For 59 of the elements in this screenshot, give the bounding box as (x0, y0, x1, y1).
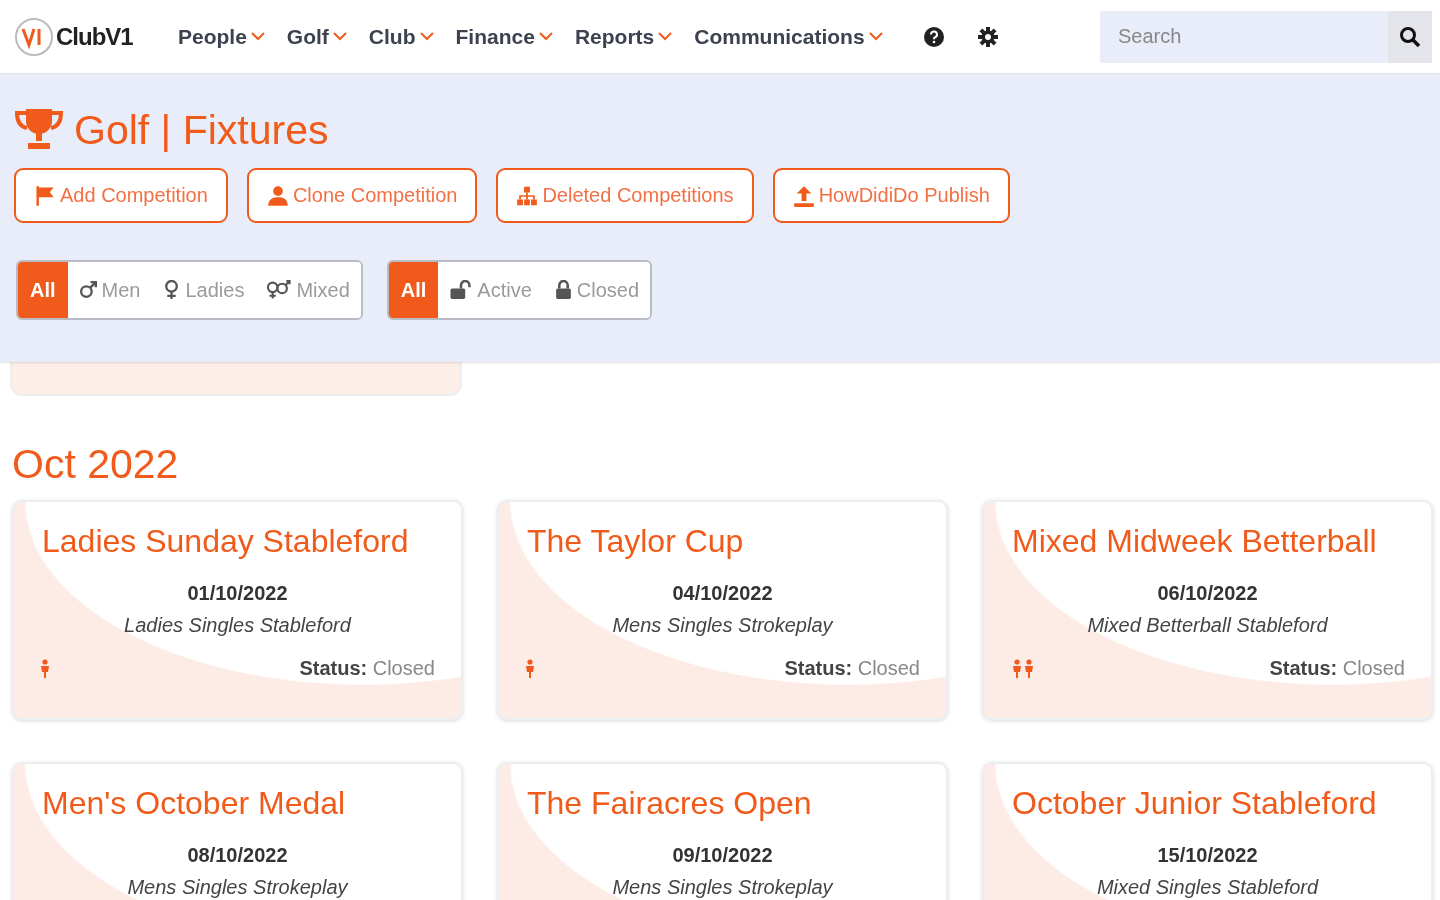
competition-card[interactable]: The Taylor Cup 04/10/2022 Mens Singles Strokeplay Status: Closed (497, 500, 948, 720)
card-title: October Junior Stableford (1012, 784, 1378, 822)
card-date: 09/10/2022 (671, 844, 774, 867)
card-status: Status: Closed (1269, 657, 1405, 680)
competition-card[interactable]: Men's October Medal 08/10/2022 Mens Singles Strokeplay (12, 762, 463, 900)
card-date: 04/10/2022 (671, 582, 774, 605)
gender-icon (266, 280, 293, 300)
card-status: Status: Closed (299, 657, 435, 680)
flag-icon (34, 184, 56, 207)
card-format: Mixed Betterball Stableford (1086, 614, 1329, 637)
competition-card[interactable]: Ladies Sunday Stableford 01/10/2022 Ladies Singles Stableford Status: Closed (12, 500, 463, 720)
help-icon (922, 25, 945, 48)
nav-menu[interactable]: Communications (688, 24, 889, 49)
card-title: The Fairacres Open (527, 784, 813, 822)
lock-icon (553, 280, 573, 300)
card-date: 15/10/2022 (1156, 844, 1259, 867)
person-icon (266, 184, 289, 207)
chevron-down-icon (332, 32, 347, 41)
nav-menu[interactable]: Golf (280, 24, 353, 49)
chevron-down-icon (868, 32, 883, 41)
card-format: Ladies Singles Stableford (123, 614, 353, 637)
male-icon (78, 280, 98, 300)
nav-menu[interactable]: People (172, 24, 271, 49)
card-format: Mens Singles Strokeplay (126, 876, 350, 899)
chevron-down-icon (250, 32, 265, 41)
nav-menu[interactable]: Finance (449, 24, 559, 49)
person-icon (525, 658, 535, 679)
search-button[interactable] (1388, 10, 1432, 63)
settings-icon (976, 25, 999, 48)
chevron-down-icon (419, 32, 434, 41)
card-date: 08/10/2022 (186, 844, 289, 867)
card-title: Men's October Medal (42, 784, 347, 822)
card-format: Mens Singles Strokeplay (611, 614, 835, 637)
chevron-down-icon (538, 32, 553, 41)
card-format: Mixed Singles Stableford (1095, 876, 1320, 899)
upload-icon (792, 184, 815, 207)
search-field[interactable]: Search (1100, 10, 1388, 63)
card-format: Mens Singles Strokeplay (611, 876, 835, 899)
competition-card[interactable]: October Junior Stableford 15/10/2022 Mixed Singles Stableford (982, 762, 1433, 900)
card-date: 06/10/2022 (1156, 582, 1259, 605)
logo-icon (14, 16, 54, 57)
card-status: Status: Closed (784, 657, 920, 680)
competition-card[interactable]: The Fairacres Open 09/10/2022 Mens Singles Strokeplay (497, 762, 948, 900)
month-heading: Oct 2022 (12, 440, 180, 488)
page-title: Golf | Fixtures (74, 106, 329, 155)
hierarchy-icon (516, 184, 539, 207)
unlock-icon (449, 280, 474, 300)
card-title: The Taylor Cup (527, 522, 745, 560)
search-icon (1399, 25, 1421, 48)
nav-menu[interactable]: Club (362, 24, 440, 49)
card-title: Ladies Sunday Stableford (42, 522, 410, 560)
competition-card[interactable]: Mixed Midweek Betterball 06/10/2022 Mixed Betterball Stableford Status: Closed (982, 500, 1433, 720)
nav-menu[interactable]: Reports (568, 24, 679, 49)
card-title: Mixed Midweek Betterball (1012, 522, 1378, 560)
card-date: 01/10/2022 (186, 582, 289, 605)
people-icon (1010, 658, 1036, 679)
person-icon (40, 658, 50, 679)
logo-text: ClubV1 (56, 22, 133, 51)
chevron-down-icon (658, 32, 673, 41)
